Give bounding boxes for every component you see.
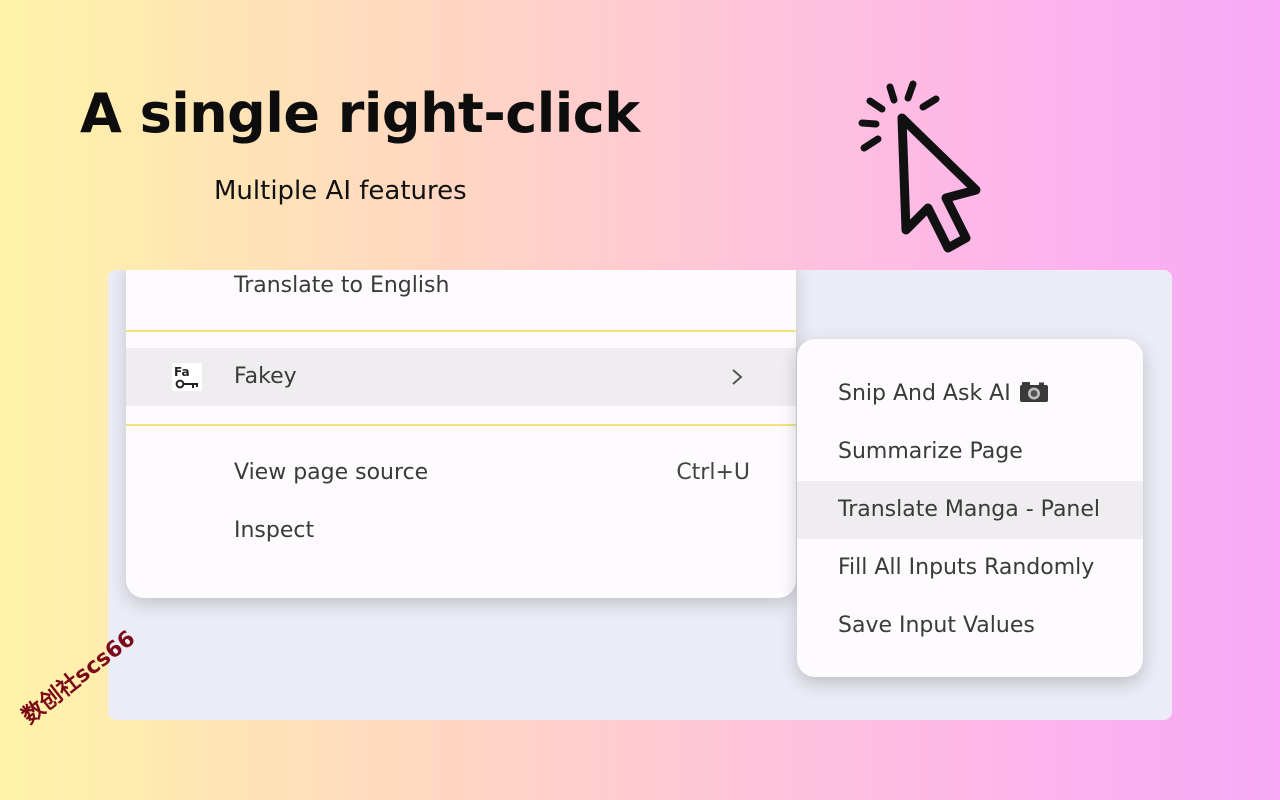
fakey-submenu: Snip And Ask AI Summarize Page Translate… — [797, 339, 1143, 677]
menu-item-translate[interactable]: Translate to English — [126, 270, 796, 315]
submenu-item-label: Summarize Page — [838, 439, 1023, 464]
fakey-app-icon: Fa — [172, 363, 202, 391]
menu-separator — [126, 424, 796, 426]
chevron-right-icon — [732, 369, 743, 385]
menu-item-view-source[interactable]: View page source Ctrl+U — [126, 444, 796, 502]
submenu-item-translate-manga[interactable]: Translate Manga - Panel — [797, 481, 1143, 539]
context-menu: Translate to English Fa Fakey View page … — [126, 270, 796, 598]
menu-item-label: Inspect — [234, 518, 315, 543]
submenu-item-label: Save Input Values — [838, 613, 1035, 638]
menu-item-fakey[interactable]: Fa Fakey — [126, 348, 796, 406]
menu-item-label: View page source — [234, 460, 429, 485]
subheadline: Multiple AI features — [214, 176, 467, 206]
shortcut-label: Ctrl+U — [676, 460, 750, 485]
submenu-item-label: Snip And Ask AI — [838, 381, 1011, 406]
submenu-item-summarize-page[interactable]: Summarize Page — [797, 423, 1143, 481]
menu-item-inspect[interactable]: Inspect — [126, 502, 796, 560]
svg-text:Fa: Fa — [174, 365, 190, 379]
browser-page: Translate to English Fa Fakey View page … — [108, 270, 1172, 720]
headline: A single right-click — [80, 82, 640, 145]
submenu-item-label: Translate Manga - Panel — [838, 497, 1101, 522]
menu-item-label: Fakey — [234, 364, 297, 389]
submenu-item-label: Fill All Inputs Randomly — [838, 555, 1095, 580]
menu-separator — [126, 330, 796, 332]
submenu-item-fill-inputs[interactable]: Fill All Inputs Randomly — [797, 539, 1143, 597]
click-cursor-icon — [858, 80, 981, 253]
menu-item-label: Translate to English — [234, 273, 450, 298]
camera-icon — [1019, 382, 1048, 402]
submenu-item-snip-ask-ai[interactable]: Snip And Ask AI — [797, 365, 1143, 423]
submenu-item-save-inputs[interactable]: Save Input Values — [797, 597, 1143, 655]
